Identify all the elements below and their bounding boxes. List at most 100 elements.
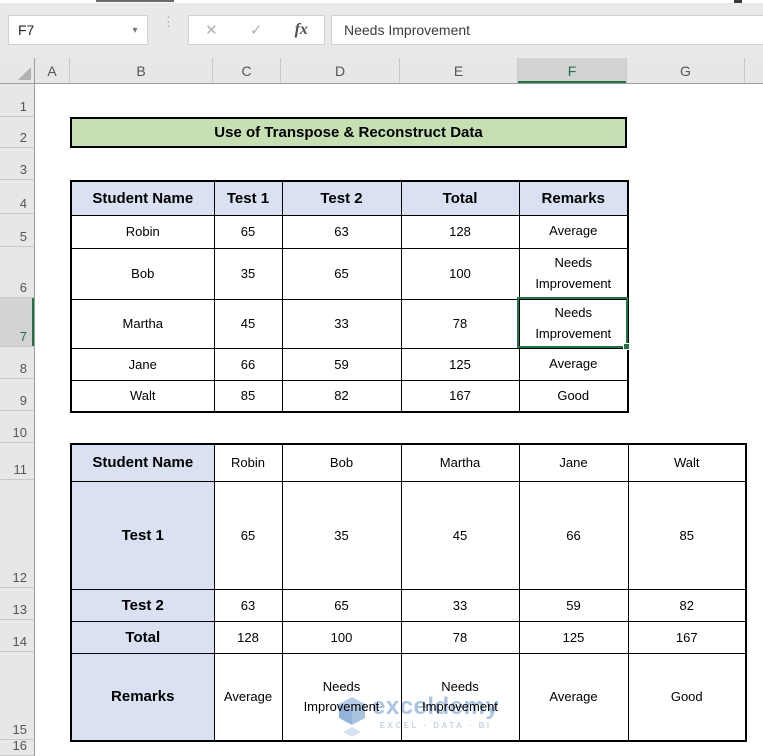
cell-total[interactable]: 78 [400,298,520,349]
col-header-total[interactable]: Total [400,180,520,216]
row-header-6[interactable]: 6 [0,247,34,298]
cell-value[interactable]: 82 [627,588,747,622]
cell-value[interactable]: 65 [281,588,402,622]
cell-student[interactable]: Robin [213,443,283,482]
cell-value[interactable]: 66 [518,480,629,590]
row-header-7[interactable]: 7 [0,298,34,347]
table-header-row: Student Name Robin Bob Martha Jane Walt [70,443,747,482]
cell-student[interactable]: Walt [70,379,215,413]
select-all-button[interactable] [0,58,35,83]
row-header-1[interactable]: 1 [0,84,34,117]
row-header-13[interactable]: 13 [0,588,34,620]
cell-value[interactable]: 33 [400,588,520,622]
row-header-11[interactable]: 11 [0,443,34,480]
name-box[interactable]: F7 ▾ [8,15,148,45]
row-header-14[interactable]: 14 [0,620,34,652]
row-header-15[interactable]: 15 [0,652,34,740]
row-header-8[interactable]: 8 [0,347,34,379]
select-all-icon [18,67,31,80]
formula-buttons: ✕ ✓ fx [188,15,325,45]
ribbon-edge-mark [96,0,174,2]
column-header-c[interactable]: C [213,58,281,83]
cell-total[interactable]: 125 [400,347,520,381]
cell-value[interactable]: 65 [213,480,283,590]
column-header-g[interactable]: G [627,58,745,83]
row-header-5[interactable]: 5 [0,214,34,247]
cell-value[interactable]: 78 [400,620,520,654]
cell-test2[interactable]: 33 [281,298,402,349]
cell-value[interactable]: 63 [213,588,283,622]
cell-student[interactable]: Martha [70,298,215,349]
cell-test1[interactable]: 45 [213,298,283,349]
row-label-student-name[interactable]: Student Name [70,443,215,482]
cell-remarks[interactable]: Average [213,652,283,742]
cell-value[interactable]: 167 [627,620,747,654]
cell-value[interactable]: 35 [281,480,402,590]
cell-test2[interactable]: 65 [281,247,402,300]
column-header-partial [745,58,763,83]
cell-test1[interactable]: 65 [213,214,283,249]
row-header-12[interactable]: 12 [0,480,34,588]
col-header-test1[interactable]: Test 1 [213,180,283,216]
row-label-remarks[interactable]: Remarks [70,652,215,742]
cell-remarks[interactable]: Good [518,379,629,413]
cell-test1[interactable]: 66 [213,347,283,381]
cell-test2[interactable]: 82 [281,379,402,413]
row-header-3[interactable]: 3 [0,148,34,180]
cell-remarks[interactable]: Needs Improvement [400,652,520,742]
cell-remarks[interactable]: Average [518,347,629,381]
cell-student[interactable]: Walt [627,443,747,482]
row-header-16[interactable]: 16 [0,738,34,756]
formula-value: Needs Improvement [344,22,471,38]
cell-total[interactable]: 167 [400,379,520,413]
row-header-2[interactable]: 2 [0,117,34,148]
cell-value[interactable]: 125 [518,620,629,654]
cell-test1[interactable]: 35 [213,247,283,300]
cell-value[interactable]: 59 [518,588,629,622]
insert-function-icon[interactable]: fx [295,21,308,39]
title-banner[interactable]: Use of Transpose & Reconstruct Data [70,117,627,148]
selected-cell-outline[interactable] [517,297,630,350]
col-header-remarks[interactable]: Remarks [518,180,629,216]
cancel-icon[interactable]: ✕ [205,21,218,39]
column-header-a[interactable]: A [35,58,70,83]
row-header-10[interactable]: 10 [0,411,34,443]
cell-remarks[interactable]: Needs Improvement [518,247,629,300]
cell-value[interactable]: 100 [281,620,402,654]
chevron-down-icon[interactable]: ▾ [123,25,147,36]
column-header-d[interactable]: D [281,58,400,83]
row-header-9[interactable]: 9 [0,379,34,411]
cell-total[interactable]: 128 [400,214,520,249]
cell-value[interactable]: 85 [627,480,747,590]
cell-total[interactable]: 100 [400,247,520,300]
column-header-b[interactable]: B [70,58,213,83]
cell-student[interactable]: Robin [70,214,215,249]
cell-student[interactable]: Bob [281,443,402,482]
cell-test2[interactable]: 63 [281,214,402,249]
cell-remarks[interactable]: Average [518,214,629,249]
enter-icon[interactable]: ✓ [250,21,263,39]
cell-student[interactable]: Jane [70,347,215,381]
col-header-test2[interactable]: Test 2 [281,180,402,216]
column-headers: A B C D E F G [0,58,763,84]
cell-remarks[interactable]: Good [627,652,747,742]
cell-student[interactable]: Jane [518,443,629,482]
cell-test2[interactable]: 59 [281,347,402,381]
formula-input[interactable]: Needs Improvement [331,15,763,45]
column-header-f[interactable]: F [518,58,627,83]
fill-handle[interactable] [623,343,630,350]
cell-remarks[interactable]: Average [518,652,629,742]
row-header-4[interactable]: 4 [0,180,34,214]
row-label-test1[interactable]: Test 1 [70,480,215,590]
table-row: Robin 65 63 128 Average [70,214,629,249]
cell-remarks[interactable]: Needs Improvement [281,652,402,742]
cell-student[interactable]: Martha [400,443,520,482]
col-header-student-name[interactable]: Student Name [70,180,215,216]
row-label-total[interactable]: Total [70,620,215,654]
cell-student[interactable]: Bob [70,247,215,300]
cell-value[interactable]: 45 [400,480,520,590]
cell-test1[interactable]: 85 [213,379,283,413]
row-label-test2[interactable]: Test 2 [70,588,215,622]
column-header-e[interactable]: E [400,58,518,83]
cell-value[interactable]: 128 [213,620,283,654]
